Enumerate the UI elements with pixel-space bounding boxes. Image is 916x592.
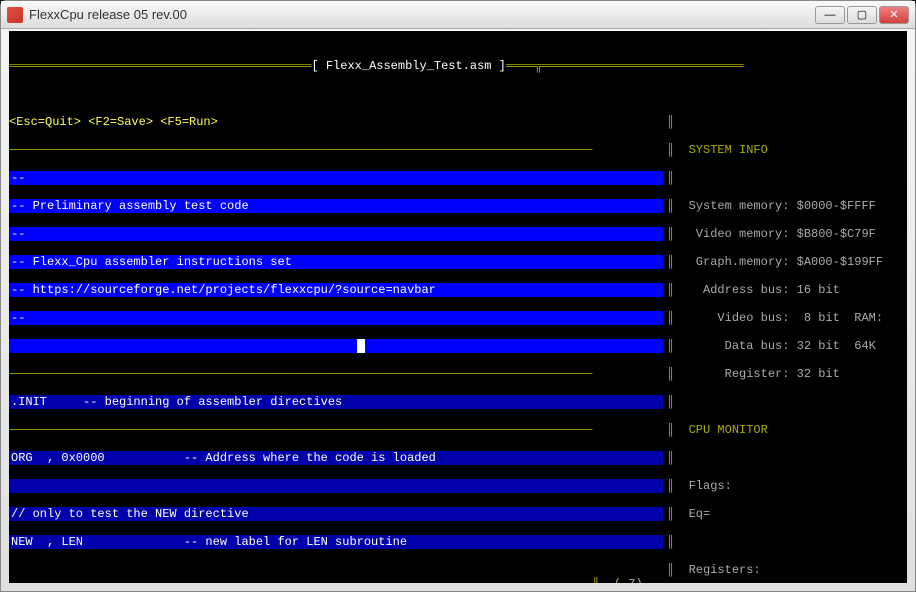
cursor-line[interactable] bbox=[9, 339, 663, 353]
editor-line[interactable]: -- bbox=[9, 311, 663, 325]
app-window: FlexxCpu release 05 rev.00 — ▢ ✕ ═══════… bbox=[0, 0, 916, 592]
editor-line[interactable]: NEW , LEN -- new label for LEN subroutin… bbox=[9, 535, 663, 549]
editor-line[interactable]: -- bbox=[9, 171, 663, 185]
editor-line[interactable]: -- Flexx_Cpu assembler instructions set bbox=[9, 255, 663, 269]
terminal: ════════════════════════════════════════… bbox=[9, 31, 907, 583]
editor-line[interactable]: -- bbox=[9, 227, 663, 241]
editor-line[interactable] bbox=[9, 479, 663, 493]
editor-line[interactable]: // only to test the NEW directive bbox=[9, 507, 663, 521]
app-icon bbox=[7, 7, 23, 23]
window-title: FlexxCpu release 05 rev.00 bbox=[29, 7, 815, 22]
sysinfo-title: SYSTEM INFO bbox=[689, 143, 768, 157]
cpumon-title: CPU MONITOR bbox=[689, 423, 768, 437]
titlebar[interactable]: FlexxCpu release 05 rev.00 — ▢ ✕ bbox=[1, 1, 915, 29]
close-button[interactable]: ✕ bbox=[879, 6, 909, 24]
editor-line[interactable]: -- Preliminary assembly test code bbox=[9, 199, 663, 213]
shortcut-hints: <Esc=Quit> <F2=Save> <F5=Run> bbox=[9, 115, 663, 129]
text-cursor bbox=[357, 339, 365, 353]
side-panel: ║ ║ SYSTEM INFO ║ ║ System memory: $0000… bbox=[663, 101, 907, 563]
filename: [ Flexx_Assembly_Test.asm ] bbox=[311, 59, 505, 73]
editor-line[interactable]: ORG , 0x0000 -- Address where the code i… bbox=[9, 451, 663, 465]
editor-line[interactable]: .INIT -- beginning of assembler directiv… bbox=[9, 395, 663, 409]
maximize-button[interactable]: ▢ bbox=[847, 6, 877, 24]
editor-line[interactable]: -- https://sourceforge.net/projects/flex… bbox=[9, 283, 663, 297]
window-buttons: — ▢ ✕ bbox=[815, 6, 909, 24]
minimize-button[interactable]: — bbox=[815, 6, 845, 24]
editor-pane[interactable]: <Esc=Quit> <F2=Save> <F5=Run> ──────────… bbox=[9, 101, 663, 563]
